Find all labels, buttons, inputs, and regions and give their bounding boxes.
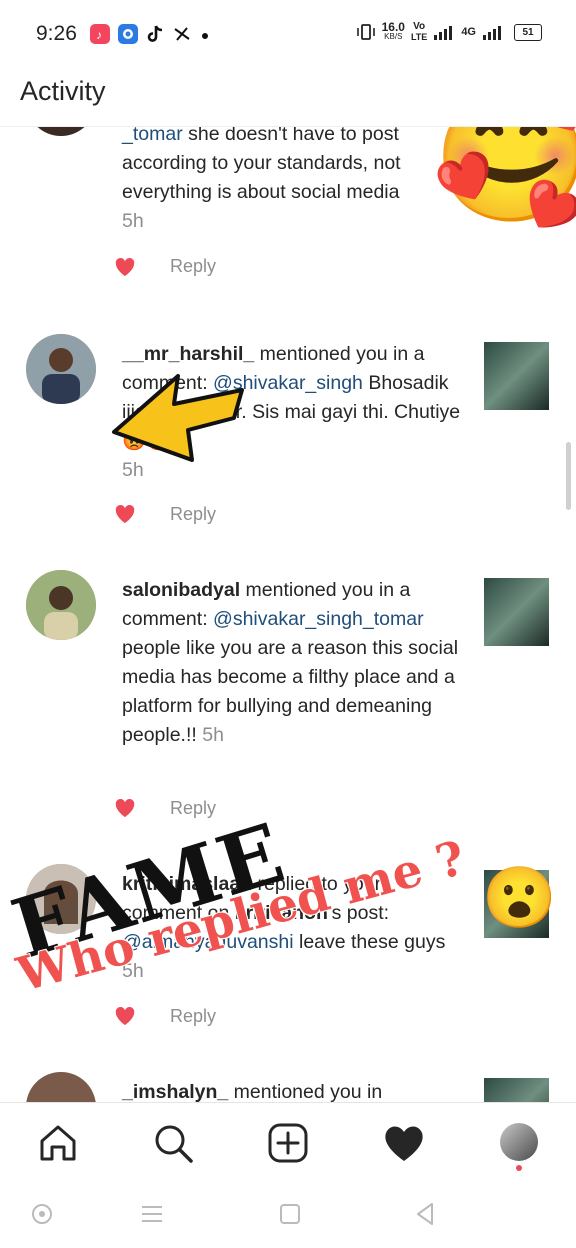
reply-button[interactable]: Reply [170, 798, 216, 819]
heart-icon[interactable] [114, 504, 136, 524]
notification-dot [516, 1165, 522, 1171]
heart-icon[interactable] [114, 798, 136, 818]
app-icon-x [174, 27, 190, 41]
post-thumbnail[interactable] [484, 578, 549, 646]
system-status-icons: 16.0 KB/S Vo LTE 4G 51 [356, 20, 542, 43]
profile-avatar[interactable] [500, 1123, 538, 1161]
avatar-photo [26, 570, 96, 640]
bottom-navigation [0, 1102, 576, 1181]
signal-icon [434, 26, 453, 40]
page-title: Activity [20, 76, 106, 106]
scrollbar[interactable] [566, 442, 571, 510]
back-icon[interactable] [412, 1200, 440, 1228]
signal-icon-2 [483, 26, 501, 40]
network-type: 4G [461, 26, 476, 38]
reply-button[interactable]: Reply [170, 1006, 216, 1027]
comment-text: __mr_harshil_ mentioned you in a comment… [122, 343, 461, 481]
post-thumbnail[interactable] [484, 1078, 549, 1102]
svg-text:♪: ♪ [96, 28, 102, 42]
vibrate-icon [356, 24, 375, 40]
battery-icon: 51 [514, 23, 542, 41]
avatar[interactable] [26, 1072, 96, 1102]
assistant-icon[interactable] [28, 1200, 56, 1228]
avatar[interactable] [26, 570, 96, 640]
post-thumbnail[interactable] [484, 342, 549, 410]
time-label: 5h [122, 459, 144, 481]
avatar[interactable] [26, 334, 96, 404]
reply-button[interactable]: Reply [170, 504, 216, 525]
add-post-icon[interactable] [266, 1121, 310, 1165]
system-navigation [0, 1180, 576, 1248]
heart-icon[interactable] [114, 1006, 136, 1026]
music-app-icon: ♪ [90, 24, 110, 44]
home-square-icon[interactable] [276, 1200, 304, 1228]
avatar-photo [26, 334, 96, 404]
tiktok-icon [147, 25, 163, 42]
volte-indicator: Vo LTE [410, 21, 428, 43]
status-time: 9:26 [36, 22, 77, 45]
comment-text: salonibadyal mentioned you in a comment:… [122, 579, 459, 746]
heart-icon[interactable] [382, 1121, 426, 1165]
time-label: 5h [122, 210, 144, 232]
net-speed: 16.0 KB/S [381, 20, 405, 41]
menu-icon[interactable] [138, 1200, 166, 1228]
notification-icons: ♪ [90, 24, 210, 44]
comment-text: _imshalyn_ mentioned you in [122, 1081, 383, 1102]
battery-level: 51 [522, 26, 534, 38]
browser-app-icon [118, 24, 138, 44]
post-thumbnail[interactable] [484, 870, 549, 938]
avatar[interactable] [26, 126, 96, 136]
reply-button[interactable]: Reply [170, 256, 216, 277]
heart-icon[interactable] [114, 257, 136, 277]
status-bar: 9:26 ♪ 16.0 KB/S Vo LTE 4G 51 [0, 0, 576, 64]
dot-icon [202, 33, 208, 39]
time-label: 5h [202, 724, 224, 746]
home-icon[interactable] [36, 1121, 80, 1165]
search-icon[interactable] [151, 1121, 195, 1165]
app-header: Activity [0, 64, 576, 127]
comment-text: _tomar she doesn't have to post accordin… [122, 126, 401, 232]
